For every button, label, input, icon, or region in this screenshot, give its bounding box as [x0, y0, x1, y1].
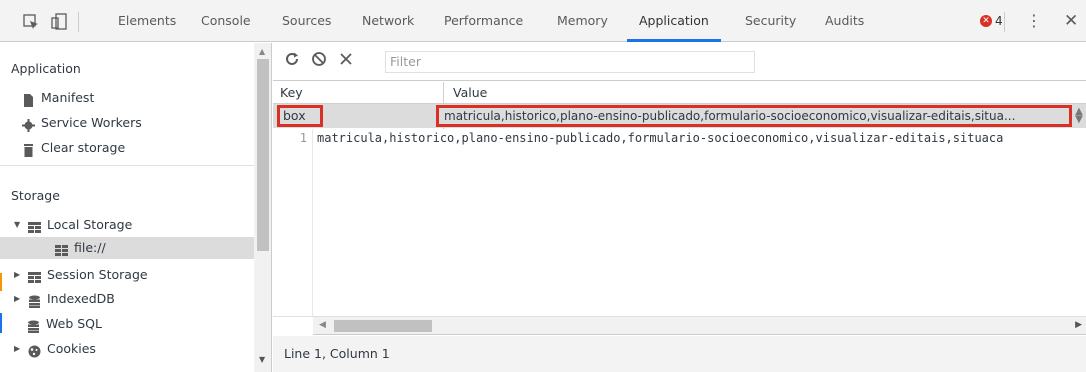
value-column-header[interactable]: Value — [453, 85, 487, 100]
tab-memory[interactable]: Memory — [557, 0, 608, 42]
line-number: 1 — [299, 131, 307, 145]
sidebar-item-label: Local Storage — [47, 217, 133, 232]
sidebar-divider — [0, 165, 254, 166]
sidebar-item-session-storage[interactable]: ▶ Session Storage — [14, 264, 148, 286]
line-number-gutter: 1 — [273, 129, 313, 316]
active-tab-indicator — [627, 39, 721, 42]
expand-triangle-icon[interactable]: ▶ — [14, 338, 22, 360]
grid-icon — [28, 269, 41, 283]
error-count: 4 — [995, 14, 1003, 28]
expand-triangle-icon[interactable]: ▶ — [14, 264, 22, 286]
cookie-icon — [28, 343, 41, 357]
sidebar-item-label: IndexedDB — [47, 291, 115, 306]
tab-application[interactable]: Application — [639, 0, 709, 42]
sidebar-item-label: Service Workers — [41, 115, 142, 130]
delete-selected-icon[interactable] — [337, 51, 355, 69]
grid-icon — [28, 219, 41, 233]
trash-icon — [22, 142, 35, 157]
tab-performance[interactable]: Performance — [444, 0, 523, 42]
row-scroll-stepper-icon[interactable]: ▲ ▼ — [1073, 107, 1085, 125]
sidebar-item-service-workers[interactable]: Service Workers — [22, 112, 142, 134]
refresh-icon[interactable] — [283, 51, 301, 69]
sidebar-item-manifest[interactable]: Manifest — [22, 87, 94, 109]
storage-grid-header: Key Value — [273, 82, 1086, 104]
toolbar-separator — [78, 12, 79, 32]
devtools-tab-bar: Elements Console Sources Network Perform… — [0, 0, 1086, 42]
storage-main-panel: Filter Key Value box matricula,historico… — [273, 43, 1086, 372]
sidebar-heading-storage: Storage — [11, 188, 60, 203]
sidebar-item-label: Manifest — [41, 90, 95, 105]
row-value-cell[interactable]: matricula,historico,plano-ensino-publica… — [436, 105, 1072, 127]
error-icon: ✕ — [980, 15, 992, 27]
sidebar-item-cookies[interactable]: ▶ Cookies — [14, 338, 96, 360]
scrollbar-thumb[interactable] — [334, 320, 432, 332]
editor-line-text[interactable]: matricula,historico,plano-ensino-publica… — [317, 131, 1003, 145]
close-icon[interactable]: ✕ — [1064, 10, 1078, 32]
sidebar-item-label: Clear storage — [41, 140, 126, 155]
database-icon — [28, 293, 41, 308]
sidebar-edge-marker — [0, 313, 2, 333]
tab-sources[interactable]: Sources — [282, 0, 331, 42]
row-key-cell[interactable]: box — [277, 105, 323, 127]
cursor-position: Line 1, Column 1 — [284, 346, 390, 361]
scroll-up-icon[interactable]: ▲ — [259, 47, 265, 56]
key-column-header[interactable]: Key — [280, 85, 303, 100]
scroll-down-icon[interactable]: ▼ — [259, 355, 265, 364]
grid-icon — [55, 242, 68, 256]
sidebar-item-clear-storage[interactable]: Clear storage — [22, 137, 125, 159]
tab-console[interactable]: Console — [201, 0, 251, 42]
editor-horizontal-scrollbar[interactable]: ◀ ▶ — [313, 317, 1086, 335]
sidebar-item-label: Web SQL — [46, 316, 102, 331]
scroll-left-icon[interactable]: ◀ — [319, 320, 326, 330]
sidebar-edge-marker — [0, 273, 2, 291]
sidebar-item-label: Session Storage — [47, 267, 148, 282]
file-icon — [22, 92, 35, 107]
more-options-icon[interactable]: ⋮ — [1026, 10, 1042, 32]
status-bar: Line 1, Column 1 — [273, 336, 1086, 372]
error-counter[interactable]: ✕ 4 — [980, 13, 1003, 29]
expand-triangle-icon[interactable]: ▼ — [14, 214, 22, 236]
sidebar-item-local-storage[interactable]: ▼ Local Storage — [14, 214, 132, 236]
sidebar-item-file[interactable]: file:// — [0, 237, 254, 259]
sidebar-scrollbar[interactable]: ▲ ▼ — [254, 43, 271, 372]
toolbar-separator — [1004, 12, 1005, 32]
tab-elements[interactable]: Elements — [118, 0, 176, 42]
sidebar-item-indexeddb[interactable]: ▶ IndexedDB — [14, 288, 115, 310]
device-toolbar-icon[interactable] — [50, 13, 68, 31]
filter-input[interactable]: Filter — [385, 51, 755, 73]
scroll-right-icon[interactable]: ▶ — [1075, 320, 1082, 330]
storage-toolbar: Filter — [273, 43, 1086, 81]
gear-icon — [22, 117, 35, 132]
sidebar-item-web-sql[interactable]: Web SQL — [27, 313, 102, 335]
tab-security[interactable]: Security — [745, 0, 796, 42]
application-sidebar: Application Manifest Service Workers Cle… — [0, 43, 272, 372]
sidebar-item-label: file:// — [74, 240, 106, 255]
scrollbar-thumb[interactable] — [257, 59, 269, 251]
tab-network[interactable]: Network — [362, 0, 414, 42]
tab-audits[interactable]: Audits — [825, 0, 864, 42]
sidebar-heading-application: Application — [11, 61, 81, 76]
clear-all-icon[interactable] — [310, 51, 328, 69]
table-row[interactable]: box matricula,historico,plano-ensino-pub… — [273, 104, 1086, 128]
database-icon — [27, 318, 40, 333]
expand-triangle-icon[interactable]: ▶ — [14, 288, 22, 310]
value-preview-editor[interactable]: 1 matricula,historico,plano-ensino-publi… — [273, 129, 1086, 317]
sidebar-item-label: Cookies — [47, 341, 96, 356]
inspect-element-icon[interactable] — [22, 13, 40, 31]
